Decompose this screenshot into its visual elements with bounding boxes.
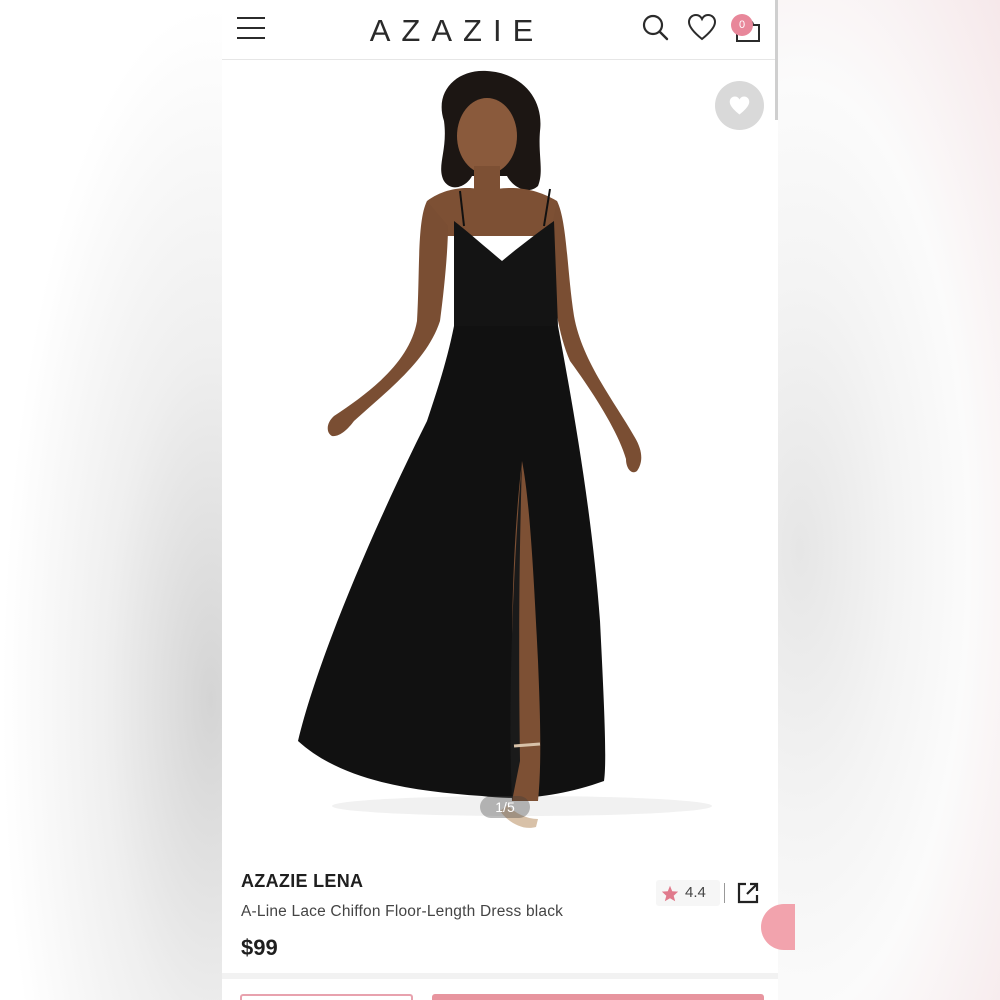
rating-value: 4.4: [685, 884, 706, 901]
section-divider: [222, 973, 778, 979]
brand-logo[interactable]: AZAZIE: [352, 11, 562, 51]
background-left: [0, 0, 222, 1000]
star-icon: [661, 885, 679, 902]
mobile-page: AZAZIE 0 1/5 AZAZIE LENA A-Line Lace Chi…: [222, 0, 778, 1000]
menu-icon[interactable]: [237, 17, 265, 39]
product-description: A-Line Lace Chiffon Floor-Length Dress b…: [241, 903, 564, 920]
heart-icon: [729, 96, 750, 115]
primary-action-button[interactable]: [432, 994, 764, 1000]
favorite-button[interactable]: [715, 81, 764, 130]
product-price: $99: [241, 935, 278, 960]
search-icon[interactable]: [641, 13, 669, 43]
background-right: [778, 0, 1000, 1000]
cart-count-badge: 0: [731, 14, 753, 36]
divider: [724, 883, 725, 903]
product-brand: AZAZIE LENA: [241, 871, 364, 891]
image-counter: 1/5: [480, 796, 530, 818]
screen-edge: [775, 0, 778, 120]
wishlist-heart-icon[interactable]: [687, 13, 717, 43]
site-header: AZAZIE 0: [222, 0, 778, 60]
secondary-action-button[interactable]: [240, 994, 413, 1000]
rating-badge[interactable]: 4.4: [656, 880, 720, 906]
share-icon[interactable]: [736, 881, 760, 905]
product-image[interactable]: [222, 61, 778, 851]
